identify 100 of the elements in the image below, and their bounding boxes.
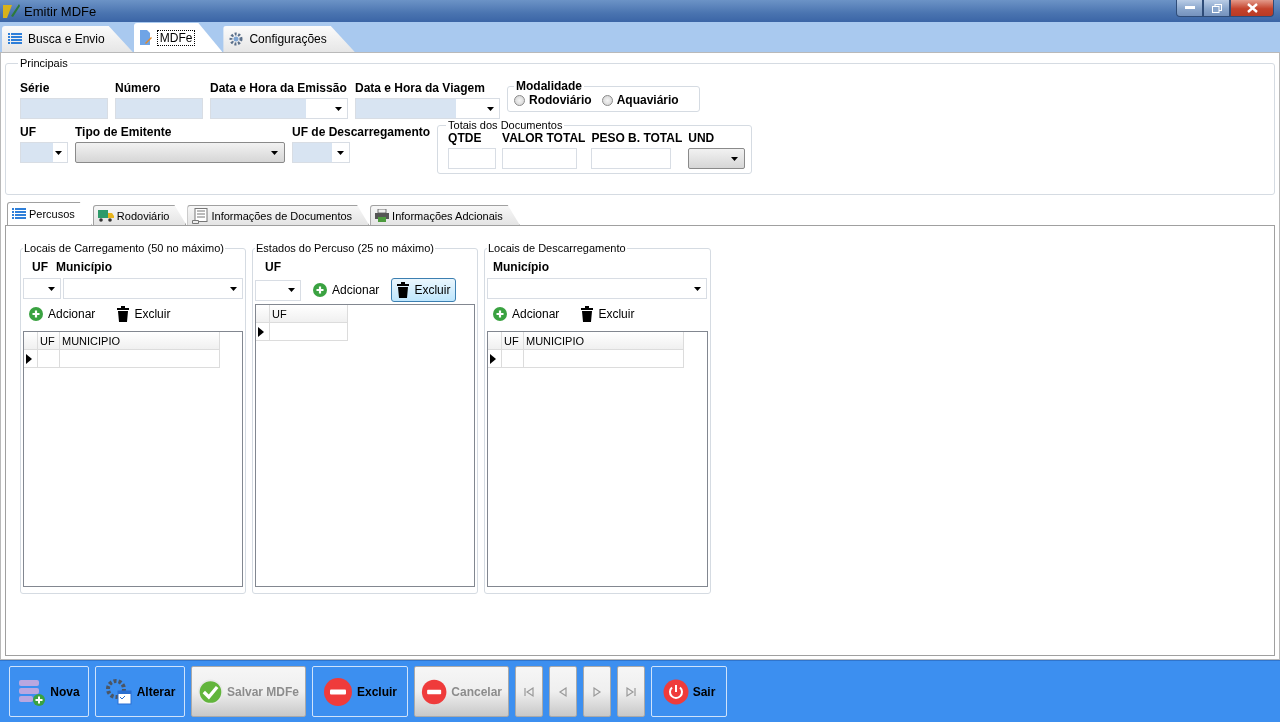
row-pointer-icon (490, 353, 496, 364)
field-label: Número (115, 81, 162, 95)
field-label: UF (265, 260, 281, 274)
dropdown-caret-icon (694, 286, 701, 291)
field-label: UND (688, 131, 716, 145)
field-label: QTDE (448, 131, 483, 145)
trash-icon (117, 306, 130, 322)
dropdown-caret-icon (271, 150, 278, 155)
group-title: Estados do Percuso (25 no máximo) (255, 242, 435, 254)
field-label: UF (32, 260, 48, 274)
delete-button[interactable]: Excluir (391, 278, 457, 302)
previous-icon (557, 685, 569, 698)
tab[interactable]: Busca e Envio (2, 26, 133, 52)
restore-icon (1211, 3, 1222, 13)
toolbar-button[interactable]: Nova (9, 666, 89, 717)
add-button[interactable]: Adcionar (307, 278, 386, 302)
tab[interactable]: Rodoviário (92, 205, 187, 225)
row-pointer-icon (258, 326, 264, 337)
row-pointer-icon (26, 353, 32, 364)
text-field[interactable] (591, 148, 672, 169)
field-label: Município (56, 260, 112, 274)
grid-cell[interactable] (524, 350, 684, 368)
list-icon (12, 208, 26, 220)
delete-button[interactable]: Excluir (111, 302, 177, 326)
add-icon (29, 307, 43, 321)
dropdown-caret-icon (288, 288, 295, 292)
text-field[interactable] (502, 148, 578, 169)
date-dropdown[interactable] (355, 98, 500, 119)
list-icon (8, 33, 22, 45)
group-title: Locais de Carregamento (50 no máximo) (23, 242, 225, 254)
field-label: Data e Hora da Viagem (355, 81, 486, 95)
field-label: VALOR TOTAL (502, 131, 586, 145)
dropdown-caret-icon (48, 286, 55, 291)
document-pencil-icon (139, 30, 152, 45)
column-header[interactable]: MUNICIPIO (60, 332, 220, 350)
dropdown-caret-icon (230, 286, 237, 291)
tab[interactable]: Informações de Documentos (187, 205, 370, 225)
radio-option[interactable]: Aquaviário (601, 93, 679, 107)
text-field[interactable] (20, 98, 108, 119)
field-label: Série (20, 81, 51, 95)
grid-header-corner (488, 332, 502, 350)
trash-icon (397, 282, 410, 298)
toolbar-button[interactable]: Alterar (95, 666, 185, 717)
radio-option[interactable]: Rodoviário (514, 93, 592, 107)
grid-header-corner (256, 305, 270, 323)
maximize-button[interactable] (1203, 0, 1230, 17)
text-field[interactable] (115, 98, 203, 119)
dropdown-caret-icon (335, 106, 342, 111)
add-button[interactable]: Adcionar (487, 302, 566, 326)
tab[interactable]: Configurações (223, 26, 355, 52)
first-record-icon (523, 685, 535, 698)
grid-cell[interactable] (270, 323, 348, 341)
document-icon (192, 207, 209, 224)
field-label: Data e Hora da Emissão (210, 81, 348, 95)
printer-icon (375, 209, 390, 222)
grid-cell[interactable] (60, 350, 220, 368)
toolbar-button[interactable]: Sair (651, 666, 727, 717)
column-header[interactable]: UF (38, 332, 60, 350)
column-header[interactable]: MUNICIPIO (524, 332, 684, 350)
last-record-icon (625, 685, 637, 698)
tab[interactable]: Informações Adcionais (370, 205, 520, 225)
data-grid[interactable]: UF MUNICIPIO (23, 331, 243, 587)
field-label: UF (20, 125, 37, 139)
toolbar-button[interactable]: Excluir (312, 666, 408, 717)
date-dropdown[interactable] (210, 98, 348, 119)
gear-icon (229, 32, 244, 46)
window-title: Emitir MDFe (24, 3, 98, 19)
dropdown-caret-icon (731, 156, 739, 161)
data-grid[interactable]: UF (255, 304, 475, 587)
gear-calendar-icon (104, 677, 133, 706)
add-icon (313, 283, 327, 297)
field-label: UF de Descarregamento (292, 125, 431, 139)
field-label: Tipo de Emitente (75, 125, 173, 139)
truck-icon (97, 209, 114, 222)
column-header[interactable]: UF (270, 305, 348, 323)
trash-icon (581, 306, 594, 322)
close-icon (1246, 3, 1258, 13)
data-grid[interactable]: UF MUNICIPIO (487, 331, 708, 587)
dropdown-caret-icon (55, 150, 62, 155)
grid-cell[interactable] (502, 350, 524, 368)
tab[interactable]: MDFe (133, 23, 223, 52)
delete-button[interactable]: Excluir (575, 302, 641, 326)
add-icon (493, 307, 507, 321)
add-button[interactable]: Adcionar (23, 302, 102, 326)
close-button[interactable] (1230, 0, 1274, 17)
tab[interactable]: Percusos (7, 202, 92, 225)
dropdown[interactable] (75, 142, 285, 163)
grid-header-corner (24, 332, 38, 350)
stack-add-icon (18, 677, 47, 706)
column-header[interactable]: UF (502, 332, 524, 350)
dropdown[interactable] (688, 148, 746, 169)
minus-circle-icon (323, 676, 353, 707)
grid-cell[interactable] (38, 350, 60, 368)
text-field[interactable] (448, 148, 497, 169)
minimize-button[interactable] (1176, 0, 1203, 17)
app-logo-icon (2, 2, 20, 20)
power-icon (662, 678, 689, 705)
next-icon (591, 685, 603, 698)
minimize-icon (1184, 6, 1195, 10)
group-title: Locais de Descarregamento (487, 242, 627, 254)
